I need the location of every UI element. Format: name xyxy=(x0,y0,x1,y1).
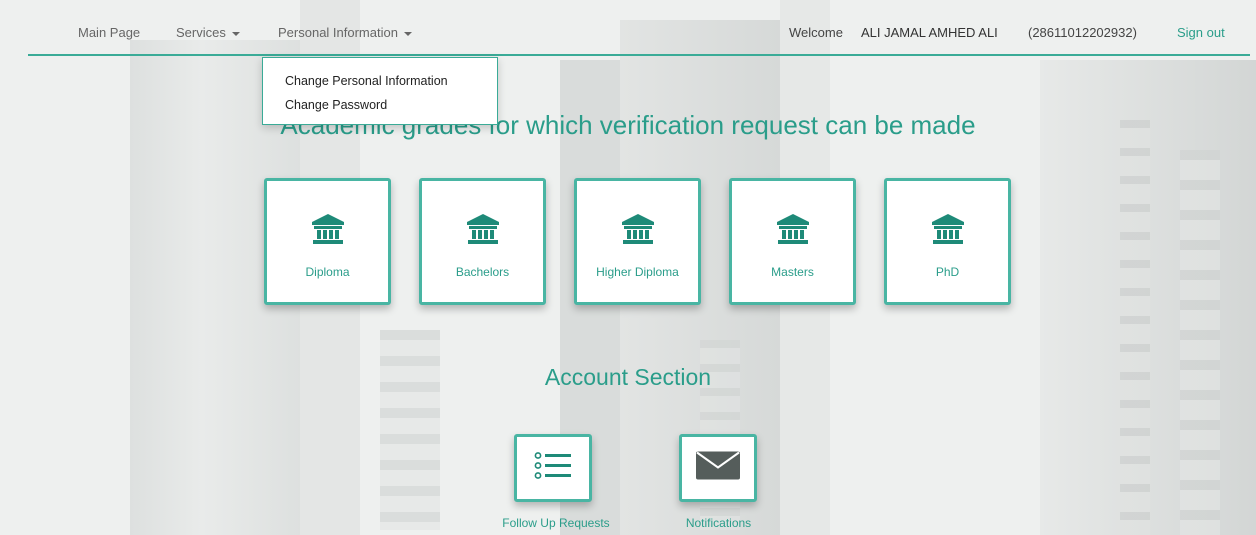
nav-main-page[interactable]: Main Page xyxy=(78,25,140,40)
personal-information-dropdown: Change Personal Information Change Passw… xyxy=(262,57,498,125)
nav-personal-information-label: Personal Information xyxy=(278,25,398,40)
bank-icon xyxy=(621,214,654,249)
account-section-title: Account Section xyxy=(544,364,712,390)
caret-down-icon xyxy=(403,31,412,36)
grades-section-title: Academic grades for which verification r… xyxy=(280,110,976,140)
grade-label: Masters xyxy=(771,265,814,279)
grade-label: Higher Diploma xyxy=(596,265,679,279)
list-icon xyxy=(534,452,572,485)
bank-icon xyxy=(776,214,809,249)
grade-label: PhD xyxy=(935,265,960,279)
grade-card-masters[interactable]: Masters xyxy=(729,178,856,305)
grade-card-diploma[interactable]: Diploma xyxy=(264,178,391,305)
bank-icon xyxy=(931,214,964,249)
notifications-button[interactable] xyxy=(679,434,757,502)
grade-card-bachelors[interactable]: Bachelors xyxy=(419,178,546,305)
grade-card-phd[interactable]: PhD xyxy=(884,178,1011,305)
notifications-label[interactable]: Notifications xyxy=(656,516,781,530)
caret-down-icon xyxy=(231,31,240,36)
grade-label: Bachelors xyxy=(455,265,510,279)
nav-services[interactable]: Services xyxy=(176,25,240,40)
grade-label: Diploma xyxy=(305,265,350,279)
follow-up-requests-button[interactable] xyxy=(514,434,592,502)
envelope-icon xyxy=(696,451,740,485)
grade-card-higher-diploma[interactable]: Higher Diploma xyxy=(574,178,701,305)
nav-services-label: Services xyxy=(176,25,226,40)
nav-personal-information[interactable]: Personal Information xyxy=(278,25,412,40)
dropdown-item-change-personal-information[interactable]: Change Personal Information xyxy=(285,74,448,88)
bank-icon xyxy=(466,214,499,249)
bank-icon xyxy=(311,214,344,249)
user-id: (28611012202932) xyxy=(1028,25,1137,40)
follow-up-requests-label[interactable]: Follow Up Requests xyxy=(486,516,626,530)
sign-out-link[interactable]: Sign out xyxy=(1177,25,1225,40)
top-navbar: Main Page Services Personal Information … xyxy=(28,20,1250,56)
welcome-text: Welcome xyxy=(789,25,843,40)
username: ALI JAMAL AMHED ALI xyxy=(861,25,998,40)
dropdown-item-change-password[interactable]: Change Password xyxy=(285,98,387,112)
page: Main Page Services Personal Information … xyxy=(6,6,1250,535)
